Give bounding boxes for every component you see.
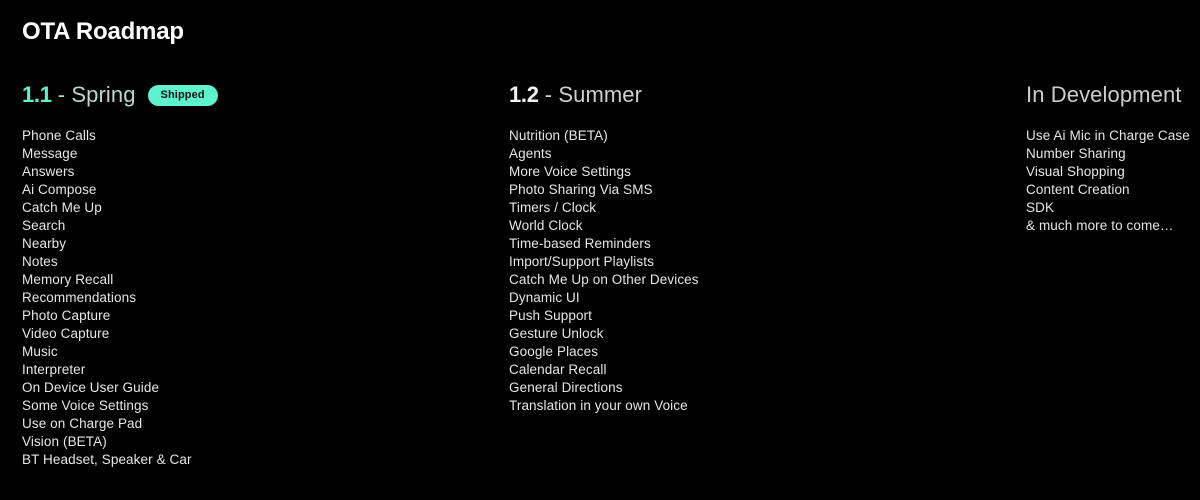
list-item: SDK [1026, 200, 1055, 215]
list-item: Translation in your own Voice [509, 398, 688, 413]
list-item: Recommendations [22, 290, 137, 305]
list-item: World Clock [509, 218, 583, 233]
column-header-in-development: In Development [1026, 80, 1196, 110]
version-number: 1.1 [22, 82, 52, 107]
roadmap-column-spring: 1.1 - Spring Shipped Phone Calls Message… [22, 80, 492, 469]
list-item: Some Voice Settings [22, 398, 149, 413]
list-item: Interpreter [22, 362, 86, 377]
list-item: BT Headset, Speaker & Car [22, 452, 192, 467]
separator-dash: - [544, 82, 553, 107]
list-item: General Directions [509, 380, 623, 395]
list-item: Agents [509, 146, 552, 161]
season-label: - Summer [545, 80, 642, 110]
season-label: - Spring [58, 80, 136, 110]
list-item: Catch Me Up [22, 200, 102, 215]
list-item: Gesture Unlock [509, 326, 604, 341]
list-item: Calendar Recall [509, 362, 607, 377]
list-item: Search [22, 218, 66, 233]
list-item: Catch Me Up on Other Devices [509, 272, 699, 287]
list-item: Message [22, 146, 78, 161]
roadmap-column-summer: 1.2 - Summer Nutrition (BETA) Agents Mor… [509, 80, 1009, 415]
list-item: Nearby [22, 236, 67, 251]
list-item: Phone Calls [22, 128, 96, 143]
status-badge-shipped: Shipped [147, 84, 218, 106]
list-item: Video Capture [22, 326, 110, 341]
roadmap-column-in-development: In Development Use Ai Mic in Charge Case… [1026, 80, 1196, 235]
list-item: Dynamic UI [509, 290, 580, 305]
list-item: Number Sharing [1026, 146, 1126, 161]
list-item: Music [22, 344, 58, 359]
list-item: Push Support [509, 308, 593, 323]
feature-list-in-development: Use Ai Mic in Charge Case Number Sharing… [1026, 127, 1196, 235]
roadmap-page: OTA Roadmap 1.1 - Spring Shipped Phone C… [0, 0, 1200, 500]
list-item: Memory Recall [22, 272, 114, 287]
list-item: Import/Support Playlists [509, 254, 654, 269]
column-heading: In Development [1026, 82, 1182, 107]
list-item: On Device User Guide [22, 380, 160, 395]
list-item: Vision (BETA) [22, 434, 107, 449]
season-name: Spring [71, 82, 136, 107]
list-item: Use on Charge Pad [22, 416, 143, 431]
separator-dash: - [57, 82, 66, 107]
list-item: Visual Shopping [1026, 164, 1125, 179]
list-item: Ai Compose [22, 182, 97, 197]
list-item: Time-based Reminders [509, 236, 651, 251]
list-item: Google Places [509, 344, 599, 359]
list-item: Use Ai Mic in Charge Case [1026, 128, 1190, 143]
list-item: Photo Capture [22, 308, 111, 323]
list-item: More Voice Settings [509, 164, 631, 179]
feature-list-spring: Phone Calls Message Answers Ai Compose C… [22, 127, 492, 469]
page-title: OTA Roadmap [22, 18, 184, 45]
season-name: Summer [558, 82, 643, 107]
list-item: Answers [22, 164, 75, 179]
list-item: Notes [22, 254, 58, 269]
list-item: Nutrition (BETA) [509, 128, 608, 143]
version-number: 1.2 [509, 82, 539, 107]
column-header-summer: 1.2 - Summer [509, 80, 1009, 110]
list-item: Timers / Clock [509, 200, 597, 215]
feature-list-summer: Nutrition (BETA) Agents More Voice Setti… [509, 127, 1009, 415]
list-item: Content Creation [1026, 182, 1130, 197]
list-item: & much more to come… [1026, 218, 1174, 233]
column-header-spring: 1.1 - Spring Shipped [22, 80, 492, 110]
list-item: Photo Sharing Via SMS [509, 182, 653, 197]
